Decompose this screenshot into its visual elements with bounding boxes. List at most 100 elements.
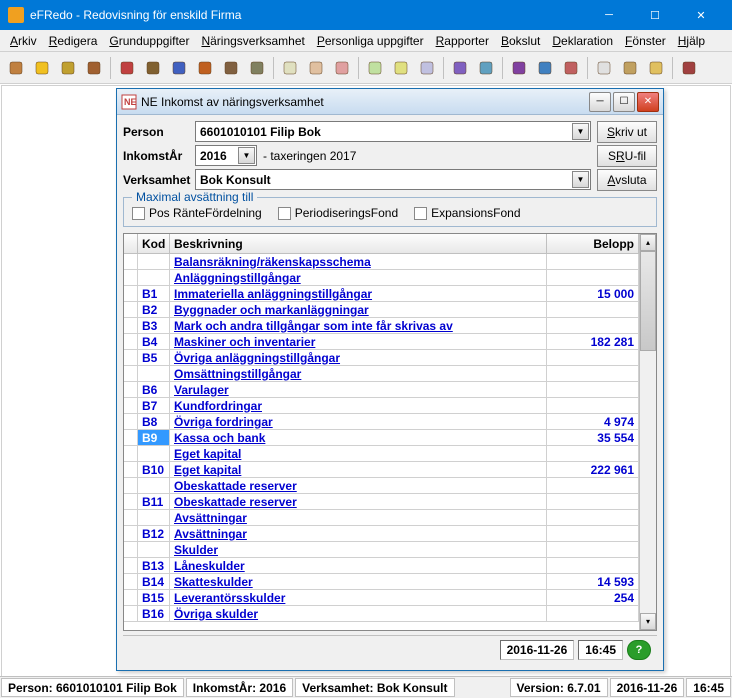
close-dialog-button[interactable]: Avsluta [597,169,657,191]
doc2-icon[interactable] [389,56,413,80]
checkbox-icon[interactable] [132,207,145,220]
menu-näringsverksamhet[interactable]: Näringsverksamhet [195,32,310,50]
verksamhet-combo[interactable]: Bok Konsult ▼ [195,169,591,190]
cube2-icon[interactable] [474,56,498,80]
table-row[interactable]: Obeskattade reserver [124,478,639,494]
table-scrollbar[interactable]: ▴ ▾ [639,234,656,630]
dialog-minimize-button[interactable]: ─ [589,92,611,112]
maximize-button[interactable]: ☐ [632,0,678,30]
row-desc[interactable]: Avsättningar [170,526,547,541]
checkbox-icon[interactable] [414,207,427,220]
chevron-down-icon[interactable]: ▼ [572,123,589,140]
chart-icon[interactable] [167,56,191,80]
table-row[interactable]: B9Kassa och bank35 554 [124,430,639,446]
menu-deklaration[interactable]: Deklaration [546,32,619,50]
coin-icon[interactable] [56,56,80,80]
table-row[interactable]: Anläggningstillgångar [124,270,639,286]
grid-icon[interactable] [559,56,583,80]
scroll-up-button[interactable]: ▴ [640,234,656,251]
table-row[interactable]: B4Maskiner och inventarier182 281 [124,334,639,350]
scroll-thumb[interactable] [640,251,656,351]
bars-icon[interactable] [533,56,557,80]
menu-grunduppgifter[interactable]: Grunduppgifter [103,32,195,50]
table-row[interactable]: B11Obeskattade reserver [124,494,639,510]
pencil-icon[interactable] [193,56,217,80]
close-button[interactable]: ✕ [678,0,724,30]
scroll-down-button[interactable]: ▾ [640,613,656,630]
print-button[interactable]: Skriv ut [597,121,657,143]
row-desc[interactable]: Anläggningstillgångar [170,270,547,285]
check-1[interactable]: PeriodiseringsFond [278,206,398,220]
row-desc[interactable]: Kundfordringar [170,398,547,413]
page-icon[interactable] [592,56,616,80]
table-row[interactable]: B15Leverantörsskulder254 [124,590,639,606]
help-icon[interactable]: ? [627,640,651,660]
row-desc[interactable]: Obeskattade reserver [170,494,547,509]
person-combo[interactable]: 6601010101 Filip Bok ▼ [195,121,591,142]
table-row[interactable]: Omsättningstillgångar [124,366,639,382]
bulb-icon[interactable] [30,56,54,80]
table-row[interactable]: Avsättningar [124,510,639,526]
row-desc[interactable]: Immateriella anläggningstillgångar [170,286,547,301]
table-row[interactable]: B10Eget kapital222 961 [124,462,639,478]
books-icon[interactable] [4,56,28,80]
table-row[interactable]: Eget kapital [124,446,639,462]
table-row[interactable]: B1Immateriella anläggningstillgångar15 0… [124,286,639,302]
row-desc[interactable]: Omsättningstillgångar [170,366,547,381]
menu-redigera[interactable]: Redigera [43,32,104,50]
minimize-button[interactable]: ─ [586,0,632,30]
form1-icon[interactable] [278,56,302,80]
table-row[interactable]: B3Mark och andra tillgångar som inte får… [124,318,639,334]
brush-icon[interactable] [219,56,243,80]
row-desc[interactable]: Obeskattade reserver [170,478,547,493]
table-row[interactable]: B12Avsättningar [124,526,639,542]
graph-icon[interactable] [507,56,531,80]
row-desc[interactable]: Eget kapital [170,462,547,477]
form2-icon[interactable] [304,56,328,80]
open-icon[interactable] [618,56,642,80]
row-desc[interactable]: Skulder [170,542,547,557]
row-desc[interactable]: Leverantörsskulder [170,590,547,605]
row-desc[interactable]: Övriga anläggningstillgångar [170,350,547,365]
row-desc[interactable]: Övriga skulder [170,606,547,621]
table-row[interactable]: Balansräkning/räkenskapsschema [124,254,639,270]
row-desc[interactable]: Skatteskulder [170,574,547,589]
row-desc[interactable]: Byggnader och markanläggningar [170,302,547,317]
menu-bokslut[interactable]: Bokslut [495,32,546,50]
menu-arkiv[interactable]: Arkiv [4,32,43,50]
row-desc[interactable]: Avsättningar [170,510,547,525]
menu-rapporter[interactable]: Rapporter [430,32,495,50]
menu-personliga uppgifter[interactable]: Personliga uppgifter [311,32,430,50]
menu-hjälp[interactable]: Hjälp [672,32,711,50]
row-desc[interactable]: Mark och andra tillgångar som inte får s… [170,318,547,333]
checkbox-icon[interactable] [278,207,291,220]
menu-fönster[interactable]: Fönster [619,32,672,50]
row-desc[interactable]: Övriga fordringar [170,414,547,429]
chevron-down-icon[interactable]: ▼ [572,171,589,188]
table-row[interactable]: B7Kundfordringar [124,398,639,414]
table-row[interactable]: Skulder [124,542,639,558]
book-red-icon[interactable] [115,56,139,80]
check-2[interactable]: ExpansionsFond [414,206,520,220]
year-combo[interactable]: 2016 ▼ [195,145,257,166]
bag-icon[interactable] [82,56,106,80]
cube1-icon[interactable] [448,56,472,80]
table-row[interactable]: B14Skatteskulder14 593 [124,574,639,590]
form3-icon[interactable] [330,56,354,80]
row-desc[interactable]: Balansräkning/räkenskapsschema [170,254,547,269]
table-row[interactable]: B16Övriga skulder [124,606,639,622]
exit-icon[interactable] [677,56,701,80]
doc3-icon[interactable] [415,56,439,80]
row-desc[interactable]: Låneskulder [170,558,547,573]
dialog-maximize-button[interactable]: ☐ [613,92,635,112]
table-row[interactable]: B2Byggnader och markanläggningar [124,302,639,318]
table-row[interactable]: B13Låneskulder [124,558,639,574]
table-row[interactable]: B5Övriga anläggningstillgångar [124,350,639,366]
row-desc[interactable]: Kassa och bank [170,430,547,445]
dialog-close-button[interactable]: ✕ [637,92,659,112]
tool-icon[interactable] [245,56,269,80]
chevron-down-icon[interactable]: ▼ [238,147,255,164]
row-desc[interactable]: Eget kapital [170,446,547,461]
doc1-icon[interactable] [363,56,387,80]
table-row[interactable]: B8Övriga fordringar4 974 [124,414,639,430]
